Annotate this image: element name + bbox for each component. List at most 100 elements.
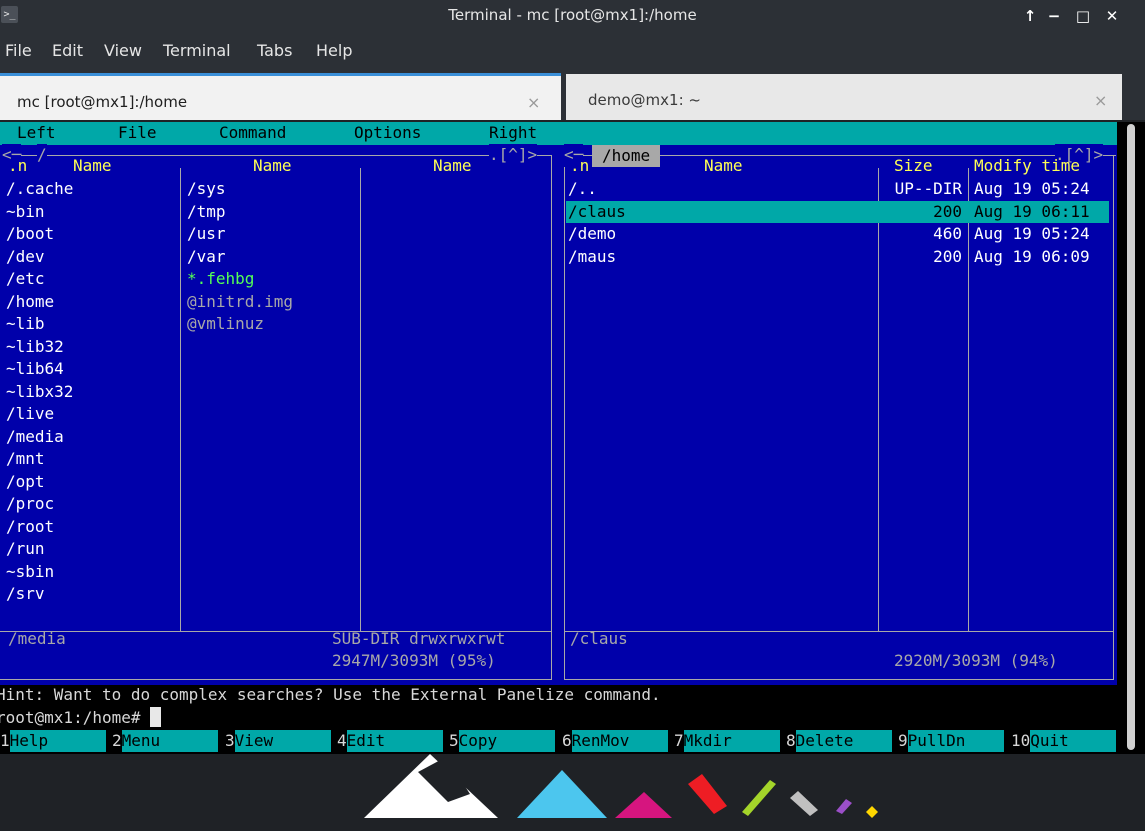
menu-terminal[interactable]: Terminal: [163, 41, 231, 60]
fkey-mkdir-button[interactable]: 7Mkdir: [674, 730, 786, 753]
fkey-help-button[interactable]: 1Help: [0, 730, 112, 753]
file-entry[interactable]: @vmlinuz: [187, 313, 264, 336]
mc-menu-left[interactable]: Left: [17, 122, 56, 145]
file-entry[interactable]: *.fehbg: [187, 268, 254, 291]
column-header-sort[interactable]: .n: [8, 155, 27, 178]
close-button[interactable]: ✕: [1101, 5, 1123, 27]
file-mtime: Aug 19 05:24: [974, 179, 1090, 198]
fkey-pulldn-button[interactable]: 9PullDn: [898, 730, 1010, 753]
mc-menu-options[interactable]: Options: [354, 122, 421, 145]
mc-menubar: Left File Command Options Right: [0, 122, 1117, 145]
file-entry[interactable]: /sys: [187, 178, 226, 201]
tab-close-icon[interactable]: ×: [527, 93, 540, 112]
left-status-name: /media: [8, 629, 66, 648]
menu-tabs[interactable]: Tabs: [257, 41, 292, 60]
fkey-delete-button[interactable]: 8Delete: [786, 730, 898, 753]
menu-view[interactable]: View: [104, 41, 142, 60]
menu-help[interactable]: Help: [316, 41, 352, 60]
file-entry[interactable]: /dev: [6, 246, 45, 269]
fkey-label: View: [234, 730, 331, 752]
scrollbar-thumb[interactable]: [1127, 124, 1135, 750]
command-line[interactable]: root@mx1:/home#: [0, 707, 1117, 730]
column-header-name[interactable]: Name: [433, 155, 472, 178]
left-panel[interactable]: <─ / .[^]> .n Name Name Name /.cache ~bin…: [0, 144, 558, 685]
fkey-renmov-button[interactable]: 6RenMov: [562, 730, 674, 753]
file-entry[interactable]: /srv: [6, 583, 45, 606]
mc-menu-right[interactable]: Right: [489, 122, 537, 145]
terminal-scrollbar[interactable]: [1123, 122, 1145, 754]
fkey-menu-button[interactable]: 2Menu: [112, 730, 224, 753]
left-panel-history-button[interactable]: .[^]>: [489, 144, 538, 167]
menu-file[interactable]: File: [5, 41, 32, 60]
mx-linux-logo: [364, 754, 878, 818]
column-header-size[interactable]: Size: [894, 155, 933, 178]
file-entry[interactable]: /live: [6, 403, 54, 426]
maximize-button[interactable]: □: [1072, 5, 1094, 27]
hint-text: Hint: Want to do complex searches? Use t…: [0, 685, 661, 704]
fkey-number: 7: [674, 731, 684, 750]
logo-white-mountain: [364, 754, 498, 818]
column-header-name[interactable]: Name: [73, 155, 112, 178]
mc-menu-command[interactable]: Command: [219, 122, 286, 145]
column-header-sort[interactable]: .n: [570, 155, 589, 178]
mc-menu-file[interactable]: File: [118, 122, 157, 145]
file-entry[interactable]: /opt: [6, 471, 45, 494]
file-mtime: Aug 19 06:09: [974, 246, 1090, 266]
file-entry[interactable]: /etc: [6, 268, 45, 291]
right-status-name: /claus: [570, 629, 628, 648]
left-panel-path: /: [37, 144, 47, 167]
file-entry[interactable]: /root: [6, 516, 54, 539]
column-header-name[interactable]: Name: [253, 155, 292, 178]
file-entry[interactable]: /home: [6, 291, 54, 314]
fkey-number: 8: [786, 731, 796, 750]
logo-green-bar: [742, 780, 776, 816]
file-entry[interactable]: /var: [187, 246, 226, 269]
menu-edit[interactable]: Edit: [52, 41, 83, 60]
logo-purple-bar: [836, 799, 852, 814]
fkey-number: 4: [337, 731, 347, 750]
file-entry[interactable]: /mnt: [6, 448, 45, 471]
file-entry[interactable]: ~libx32: [6, 381, 73, 404]
left-status-info: SUB-DIR drwxrwxrwt: [332, 629, 506, 648]
tab-close-icon[interactable]: ×: [1094, 91, 1107, 110]
column-header-modify-time[interactable]: Modify time: [974, 155, 1080, 178]
tab-label: demo@mx1: ~: [588, 91, 701, 109]
tab-demo[interactable]: demo@mx1: ~ ×: [566, 74, 1122, 120]
file-entry[interactable]: /.cache: [6, 178, 73, 201]
fkey-label: Delete: [795, 730, 892, 752]
keep-above-button[interactable]: ↑: [1019, 5, 1041, 27]
fkey-edit-button[interactable]: 4Edit: [337, 730, 449, 753]
file-entry[interactable]: ~lib64: [6, 358, 64, 381]
file-entry[interactable]: @initrd.img: [187, 291, 293, 314]
window-titlebar: >_ Terminal - mc [root@mx1]:/home ↑ − □ …: [0, 0, 1145, 32]
shell-prompt: root@mx1:/home#: [0, 708, 151, 727]
logo-blue-triangle: [517, 770, 607, 818]
minimize-button[interactable]: −: [1043, 5, 1065, 27]
file-size: UP--DIR: [894, 179, 962, 198]
right-panel[interactable]: <─ /home .[^]> .n Name Size Modify time …: [558, 144, 1117, 685]
left-disk-usage: 2947M/3093M (95%): [325, 650, 503, 673]
fkey-label: Help: [9, 730, 106, 752]
file-entry[interactable]: ~bin: [6, 201, 45, 224]
tab-mc-root[interactable]: mc [root@mx1]:/home ×: [0, 73, 561, 120]
file-entry[interactable]: /tmp: [187, 201, 226, 224]
file-entry[interactable]: /media: [6, 426, 64, 449]
file-entry[interactable]: /run: [6, 538, 45, 561]
terminal-view[interactable]: Left File Command Options Right <─ / .[^…: [0, 122, 1123, 754]
fkey-quit-button[interactable]: 10Quit: [1011, 730, 1123, 753]
file-entry[interactable]: ~sbin: [6, 561, 54, 584]
file-entry[interactable]: ~lib: [6, 313, 45, 336]
menubar: File Edit View Terminal Tabs Help: [0, 32, 1145, 70]
column-header-name[interactable]: Name: [704, 155, 743, 178]
right-panel-path: /home: [592, 145, 661, 167]
file-entry[interactable]: ~lib32: [6, 336, 64, 359]
file-entry[interactable]: /usr: [187, 223, 226, 246]
file-entry[interactable]: /boot: [6, 223, 54, 246]
window-title: Terminal - mc [root@mx1]:/home: [448, 6, 697, 24]
fkey-number: 2: [112, 731, 122, 750]
right-disk-usage: 2920M/3093M (94%): [887, 650, 1065, 673]
fkey-copy-button[interactable]: 5Copy: [449, 730, 561, 753]
fkey-view-button[interactable]: 3View: [225, 730, 337, 753]
file-size: 200: [933, 201, 962, 221]
file-entry[interactable]: /proc: [6, 493, 54, 516]
